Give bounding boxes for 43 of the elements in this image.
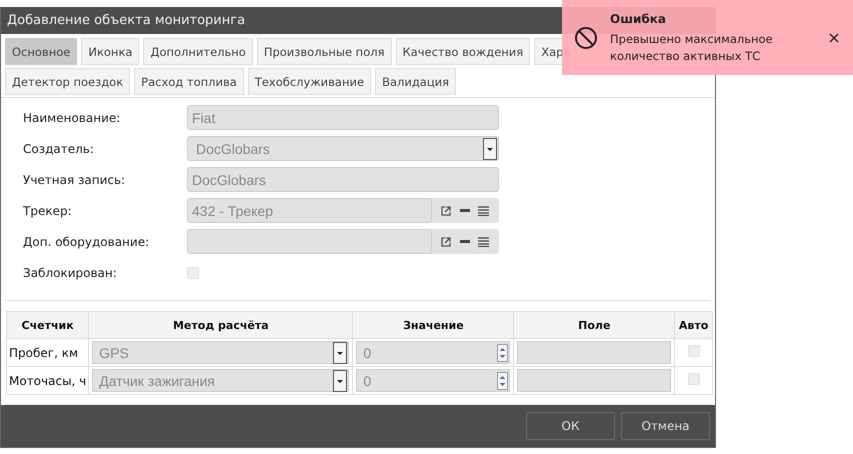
field-label: Доп. оборудование: (23, 234, 150, 249)
list-icon[interactable] (478, 236, 489, 247)
toast-title: Ошибка (610, 12, 667, 26)
column-header: Авто (674, 312, 712, 339)
column-header: Поле (514, 312, 675, 339)
column-header: Метод расчёта (88, 312, 353, 339)
input-field[interactable] (187, 229, 432, 254)
tab[interactable]: Основное (5, 38, 78, 66)
external-link-icon[interactable] (440, 204, 452, 217)
minus-icon[interactable] (460, 208, 470, 213)
list-icon[interactable] (478, 206, 489, 216)
spinner-icon[interactable] (497, 372, 508, 390)
tab[interactable]: Произвольные поля (256, 38, 392, 66)
input-field[interactable] (517, 369, 672, 392)
table-cell: Моточасы, ч (9, 374, 86, 388)
field-label: Создатель: (23, 142, 95, 156)
column-header: Значение (352, 312, 514, 339)
spinner-icon[interactable] (497, 344, 508, 362)
checkbox[interactable] (688, 345, 700, 358)
tab[interactable]: Техобслуживание (248, 68, 372, 96)
tab[interactable]: Качество вождения (396, 38, 530, 66)
ok-button[interactable]: ОК (526, 412, 615, 440)
window-title: Добавление объекта мониторинга (7, 13, 246, 28)
tab[interactable]: Детектор поездок (5, 68, 130, 96)
field-label: Учетная запись: (23, 172, 126, 187)
external-link-icon[interactable] (440, 236, 452, 248)
tab[interactable]: Расход топлива (134, 68, 244, 96)
checkbox[interactable] (187, 266, 199, 279)
tab[interactable]: Дополнительно (143, 38, 253, 66)
tab[interactable]: Валидация (375, 68, 456, 96)
table-cell: Пробег, км (9, 346, 78, 360)
close-icon[interactable] (829, 33, 839, 43)
checkbox[interactable] (688, 373, 700, 386)
tab[interactable]: Иконка (81, 38, 140, 66)
toast-message: Превышено максимальное количество активных ТС (610, 31, 774, 65)
field-label: Трекер: (23, 204, 73, 218)
field-label: Наименование: (23, 110, 122, 125)
prohibited-icon (574, 26, 598, 50)
column-header: Счетчик (6, 312, 89, 339)
cancel-button[interactable]: Отмена (621, 412, 710, 440)
field-label: Заблокирован: (23, 266, 118, 280)
minus-icon[interactable] (460, 240, 470, 244)
input-field[interactable] (517, 341, 672, 364)
